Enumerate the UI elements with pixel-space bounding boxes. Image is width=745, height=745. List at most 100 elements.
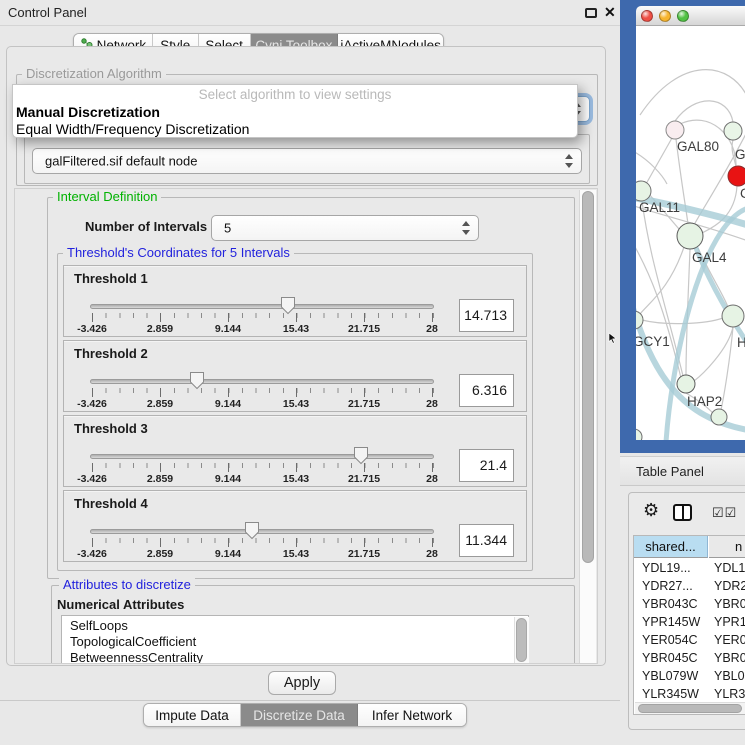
table-row[interactable]: YBR043CYBR0 (634, 595, 745, 613)
tick-label: -3.426 (62, 473, 122, 485)
threshold-3-panel: Threshold 3 -3.426 2.859 9.144 15.43 21.… (63, 415, 527, 487)
zoom-traffic-light-icon[interactable] (677, 10, 689, 22)
threshold-1-slider[interactable]: -3.426 2.859 9.144 15.43 21.715 28 (90, 294, 434, 336)
minimize-traffic-light-icon[interactable] (659, 10, 671, 22)
list-item[interactable]: BetweennessCentrality (70, 650, 203, 664)
slider-major-ticks (92, 388, 434, 397)
numerical-attributes-label: Numerical Attributes (57, 597, 184, 612)
slider-track[interactable] (90, 304, 434, 309)
table-row[interactable]: YDL19...YDL1 (634, 559, 745, 577)
node-gal80[interactable] (666, 121, 684, 139)
bottom-tab-strip: Impute Data Discretize Data Infer Networ… (143, 703, 467, 727)
threshold-4-label: Threshold 4 (74, 496, 148, 511)
tick-label: 9.144 (198, 473, 258, 485)
tick-label: 9.144 (198, 323, 258, 335)
threshold-2-label: Threshold 2 (74, 346, 148, 361)
network-window-titlebar[interactable] (636, 6, 745, 26)
slider-tick-labels: -3.426 2.859 9.144 15.43 21.715 28 (92, 548, 434, 560)
slider-track[interactable] (90, 454, 434, 459)
node-ga[interactable] (724, 122, 742, 140)
slider-thumb[interactable] (280, 296, 296, 315)
node-red-selected[interactable] (728, 166, 745, 186)
node-hap2[interactable] (677, 375, 695, 393)
column-header-name[interactable]: n (709, 536, 745, 558)
tab-label: Discretize Data (253, 708, 345, 723)
node-gal4[interactable] (677, 223, 703, 249)
cell: YPR145W (642, 613, 700, 631)
discretization-algorithm-title: Discretization Algorithm (22, 67, 166, 81)
tick-label: 9.144 (198, 398, 258, 410)
tick-label: 21.715 (334, 398, 394, 410)
network-graph: GAL80 GA C GAL11 GAL4 GCY1 H HAP2 (636, 26, 745, 440)
threshold-3-value-field[interactable]: 21.4 (459, 449, 514, 482)
slider-thumb[interactable] (244, 521, 260, 540)
node-label-ga: GA (735, 147, 745, 162)
close-traffic-light-icon[interactable] (641, 10, 653, 22)
number-of-intervals-combobox[interactable]: 5 (211, 215, 479, 241)
node-unlabeled[interactable] (711, 409, 727, 425)
threshold-2-value-field[interactable]: 6.316 (459, 374, 514, 407)
split-columns-icon[interactable] (673, 504, 692, 521)
table-data-combobox[interactable]: galFiltered.sif default node (32, 148, 582, 174)
table-row[interactable]: YDR27...YDR2 (634, 577, 745, 595)
thresholds-group-title: Threshold's Coordinates for 5 Intervals (63, 246, 294, 260)
tab-impute-data[interactable]: Impute Data (144, 704, 241, 726)
attributes-group-title: Attributes to discretize (59, 578, 195, 592)
float-window-icon[interactable] (585, 8, 597, 18)
network-view-window[interactable]: GAL80 GA C GAL11 GAL4 GCY1 H HAP2 (620, 0, 745, 453)
slider-major-ticks (92, 463, 434, 472)
cell: YER0 (714, 631, 745, 649)
list-item[interactable]: TopologicalCoefficient (70, 634, 196, 649)
slider-track[interactable] (90, 379, 434, 384)
table-row[interactable]: YPR145W YPR1 (634, 613, 745, 631)
threshold-3-slider[interactable]: -3.426 2.859 9.144 15.43 21.715 28 (90, 444, 434, 486)
numerical-attributes-list[interactable]: SelfLoops TopologicalCoefficient Between… (61, 615, 529, 664)
network-canvas[interactable]: GAL80 GA C GAL11 GAL4 GCY1 H HAP2 (636, 26, 745, 440)
table-row[interactable]: YER054CYER0 (634, 631, 745, 649)
column-header-shared[interactable]: shared... (634, 536, 708, 558)
list-item[interactable]: SelfLoops (70, 618, 128, 633)
checkbox-icons[interactable]: ☑☑ (712, 505, 737, 521)
cell: YBR043C (642, 595, 698, 613)
cell: YDR27... (642, 577, 693, 595)
node-gal11[interactable] (636, 181, 651, 201)
node-unlabeled[interactable] (636, 429, 642, 440)
slider-tick-labels: -3.426 2.859 9.144 15.43 21.715 28 (92, 398, 434, 410)
tab-discretize-data[interactable]: Discretize Data (241, 704, 358, 726)
settings-scrollbar-thumb[interactable] (582, 191, 594, 563)
table-row[interactable]: YBR045CYBR0 (634, 649, 745, 667)
tick-label: 28 (402, 548, 462, 560)
slider-track[interactable] (90, 529, 434, 534)
threshold-4-slider[interactable]: -3.426 2.859 9.144 15.43 21.715 28 (90, 519, 434, 561)
panel-title: Control Panel (8, 5, 87, 20)
node-h[interactable] (722, 305, 744, 327)
threshold-2-slider[interactable]: -3.426 2.859 9.144 15.43 21.715 28 (90, 369, 434, 411)
tab-infer-network[interactable]: Infer Network (358, 704, 466, 726)
close-icon[interactable]: ✕ (604, 4, 616, 21)
tick-label: 15.43 (266, 473, 326, 485)
tick-label: 9.144 (198, 548, 258, 560)
apply-button[interactable]: Apply (268, 671, 336, 695)
threshold-1-value-field[interactable]: 14.713 (459, 299, 514, 332)
tab-label: Impute Data (155, 708, 229, 723)
slider-thumb[interactable] (189, 371, 205, 390)
threshold-1-panel: Threshold 1 -3.426 2.859 9.144 15.43 21.… (63, 265, 527, 337)
gear-icon[interactable]: ⚙ (643, 501, 659, 519)
list-scrollbar-thumb[interactable] (516, 618, 527, 662)
table-hscrollbar-thumb[interactable] (638, 704, 742, 713)
table-row[interactable]: YBL079WYBL0 (634, 667, 745, 685)
combo-stepper-icon (565, 154, 574, 168)
tick-label: 2.859 (130, 398, 190, 410)
node-attribute-table[interactable]: shared... n YDL19...YDL1 YDR27...YDR2 YB… (633, 535, 745, 715)
cell: YPR1 (714, 613, 745, 631)
tick-label: -3.426 (62, 398, 122, 410)
slider-thumb[interactable] (353, 446, 369, 465)
tab-label: Infer Network (372, 708, 452, 723)
algorithm-option-manual[interactable]: Manual Discretization (16, 104, 160, 120)
slider-major-ticks (92, 313, 434, 322)
algorithm-option-equal-width[interactable]: Equal Width/Frequency Discretization (16, 121, 249, 137)
threshold-4-value-field[interactable]: 11.344 (459, 524, 514, 557)
tick-label: 15.43 (266, 323, 326, 335)
tick-label: 21.715 (334, 323, 394, 335)
interval-definition-title: Interval Definition (53, 190, 161, 204)
